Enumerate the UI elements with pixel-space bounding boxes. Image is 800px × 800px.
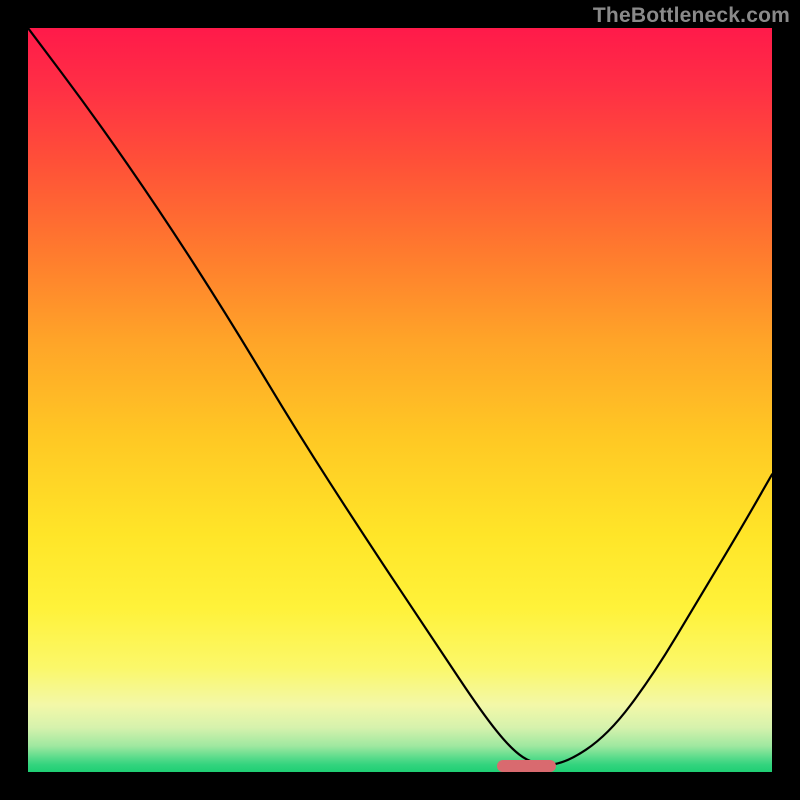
chart-frame: TheBottleneck.com bbox=[0, 0, 800, 800]
bottleneck-curve bbox=[28, 28, 772, 772]
plot-area bbox=[28, 28, 772, 772]
watermark-text: TheBottleneck.com bbox=[593, 4, 790, 28]
optimal-marker bbox=[497, 760, 557, 772]
